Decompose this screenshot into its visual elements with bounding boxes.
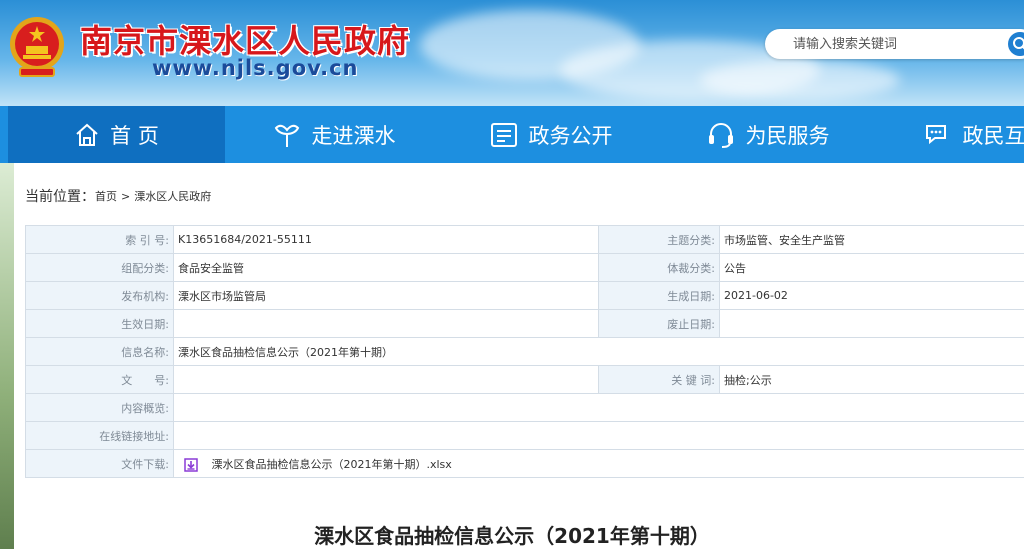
nav-label: 政民互动	[962, 123, 1024, 148]
search-input[interactable]	[791, 36, 1005, 53]
index-value: K13651684/2021-55111	[173, 225, 599, 254]
site-header: 南京市溧水区人民政府 www.njls.gov.cn	[0, 0, 1024, 106]
keywords-label: 关 键 词:	[598, 365, 720, 394]
breadcrumb: 当前位置： 首页 > 溧水区人民政府	[25, 186, 211, 206]
summary-value	[173, 393, 1024, 422]
nav-label: 走进溧水	[311, 123, 396, 148]
home-icon	[76, 123, 98, 146]
background-scenery	[0, 163, 14, 549]
keywords-value: 抽检;公示	[719, 365, 1024, 394]
publisher-value: 溧水区市场监管局	[173, 281, 599, 310]
table-row: 信息名称: 溧水区食品抽检信息公示（2021年第十期）	[25, 337, 1024, 366]
document-info-table: 索 引 号: K13651684/2021-55111 主题分类: 市场监管、安…	[25, 225, 1024, 478]
table-row: 内容概览:	[25, 393, 1024, 422]
headset-icon	[708, 122, 733, 148]
site-domain: www.njls.gov.cn	[152, 56, 359, 80]
summary-label: 内容概览:	[25, 393, 174, 422]
topic-value: 市场监管、安全生产监管	[719, 225, 1024, 254]
search-box	[765, 29, 1024, 59]
table-row: 组配分类: 食品安全监管 体裁分类: 公告	[25, 253, 1024, 282]
doc-number-label: 文 号:	[25, 365, 174, 394]
nav-item-interaction[interactable]: 政民互动	[876, 106, 1024, 163]
info-name-label: 信息名称:	[25, 337, 174, 366]
main-nav: 首 页 走进溧水 政务公开 为民服务 政民互动	[0, 106, 1024, 163]
nav-item-public-service[interactable]: 为民服务	[659, 106, 876, 163]
breadcrumb-current-link[interactable]: 溧水区人民政府	[134, 188, 211, 204]
created-date-label: 生成日期:	[598, 281, 720, 310]
effective-date-value	[173, 309, 599, 338]
document-icon	[490, 122, 517, 147]
nav-label: 为民服务	[745, 123, 830, 148]
effective-date-label: 生效日期:	[25, 309, 174, 338]
nav-item-home[interactable]: 首 页	[8, 106, 225, 163]
online-link-label: 在线链接地址:	[25, 421, 174, 450]
download-icon[interactable]	[184, 457, 198, 472]
nav-item-gov-affairs[interactable]: 政务公开	[442, 106, 659, 163]
download-file-link[interactable]: 溧水区食品抽检信息公示（2021年第十期）.xlsx	[212, 458, 452, 471]
org-class-value: 食品安全监管	[173, 253, 599, 282]
topic-label: 主题分类:	[598, 225, 720, 254]
index-label: 索 引 号:	[25, 225, 174, 254]
abolish-date-value	[719, 309, 1024, 338]
genre-label: 体裁分类:	[598, 253, 720, 282]
breadcrumb-separator: >	[121, 189, 131, 203]
search-button[interactable]	[1008, 32, 1024, 56]
breadcrumb-home-link[interactable]: 首页	[95, 188, 117, 204]
table-row: 发布机构: 溧水区市场监管局 生成日期: 2021-06-02	[25, 281, 1024, 310]
file-download-label: 文件下载:	[25, 449, 174, 478]
table-row: 文件下载: 溧水区食品抽检信息公示（2021年第十期）.xlsx	[25, 449, 1024, 478]
table-row: 索 引 号: K13651684/2021-55111 主题分类: 市场监管、安…	[25, 225, 1024, 254]
created-date-value: 2021-06-02	[719, 281, 1024, 310]
publisher-label: 发布机构:	[25, 281, 174, 310]
ginkgo-leaf-icon	[274, 124, 299, 147]
national-emblem-icon	[10, 17, 64, 77]
table-row: 在线链接地址:	[25, 421, 1024, 450]
abolish-date-label: 废止日期:	[598, 309, 720, 338]
search-icon	[1013, 37, 1024, 50]
table-row: 文 号: 关 键 词: 抽检;公示	[25, 365, 1024, 394]
info-name-value: 溧水区食品抽检信息公示（2021年第十期）	[173, 337, 1024, 366]
doc-number-value	[173, 365, 599, 394]
breadcrumb-label: 当前位置：	[25, 189, 95, 205]
file-download-cell: 溧水区食品抽检信息公示（2021年第十期）.xlsx	[173, 449, 1024, 478]
table-row: 生效日期: 废止日期:	[25, 309, 1024, 338]
nav-label: 首 页	[110, 123, 159, 148]
org-class-label: 组配分类:	[25, 253, 174, 282]
chat-bubble-icon	[925, 124, 946, 144]
document-title: 溧水区食品抽检信息公示（2021年第十期）	[314, 524, 710, 548]
nav-item-about-lishui[interactable]: 走进溧水	[225, 106, 442, 163]
genre-value: 公告	[719, 253, 1024, 282]
nav-label: 政务公开	[528, 123, 613, 148]
online-link-value	[173, 421, 1024, 450]
